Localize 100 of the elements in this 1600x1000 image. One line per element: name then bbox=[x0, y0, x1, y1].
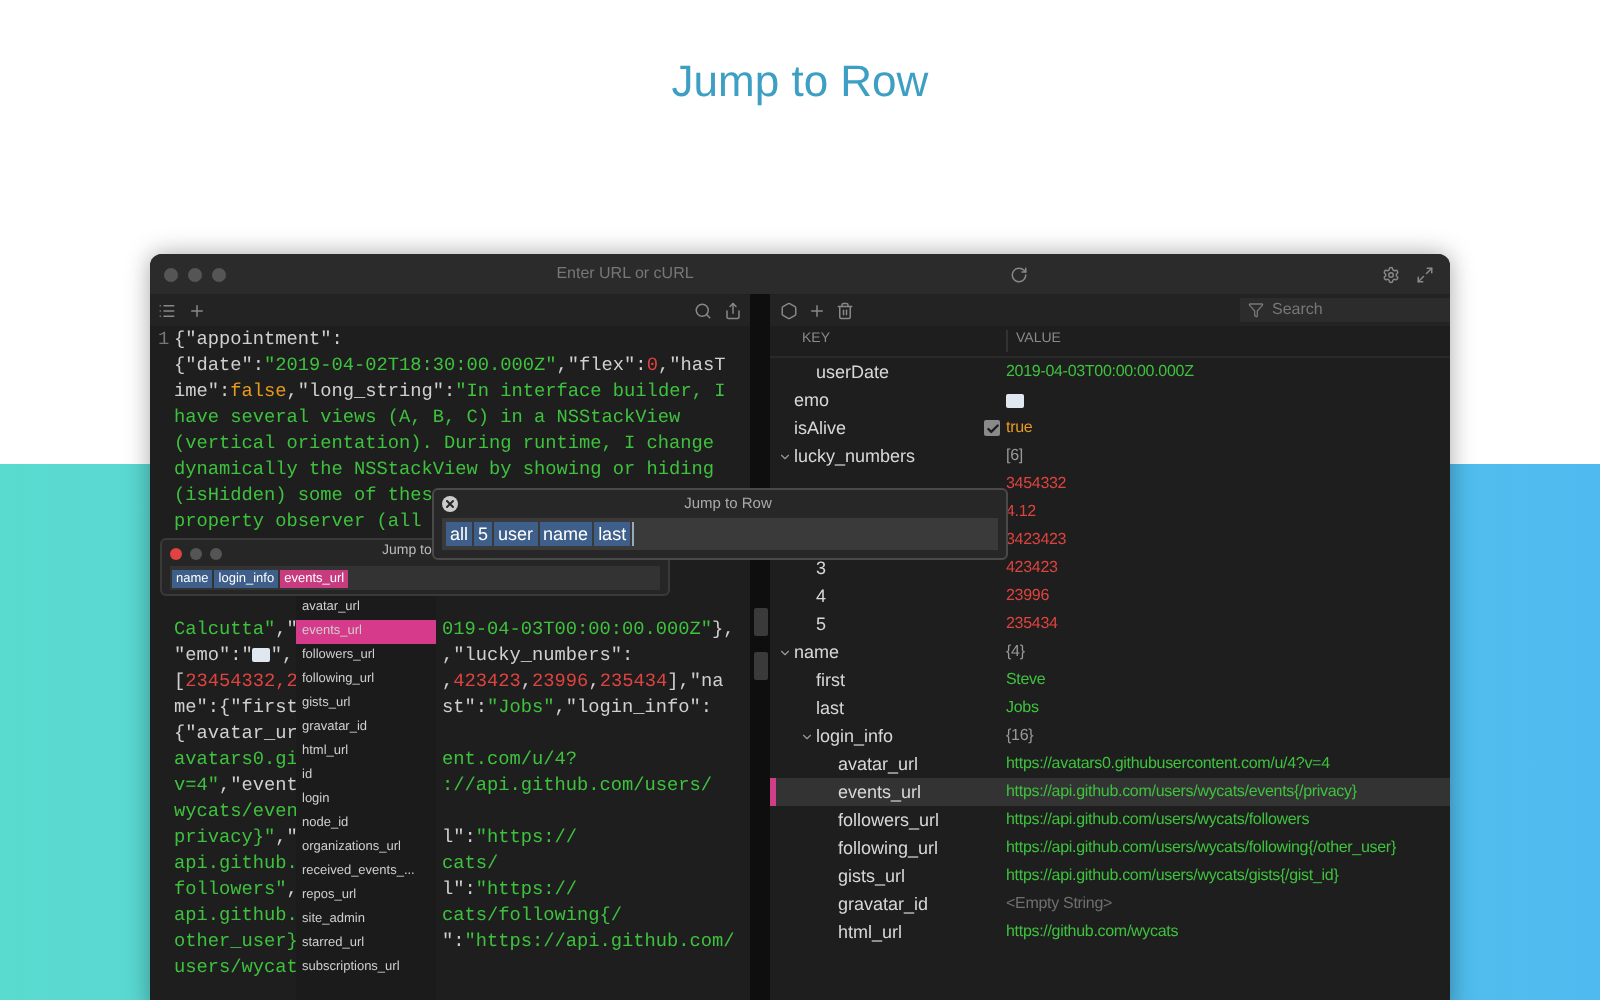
tree-key: emo bbox=[794, 386, 830, 414]
code-text: wycats/even bbox=[174, 798, 298, 824]
tree-key: gists_url bbox=[838, 862, 906, 890]
tree-row[interactable]: following_url https://api.github.com/users/wycats/following{/other_user} bbox=[770, 834, 1450, 862]
query-token[interactable]: user bbox=[494, 522, 538, 546]
tree-row[interactable]: html_url https://github.com/wycats bbox=[770, 918, 1450, 946]
chevron-down-icon[interactable] bbox=[778, 449, 792, 463]
jump-field[interactable]: all 5 user name last bbox=[442, 518, 998, 550]
code-text: have several views (A, B, C) in a NSStackView bbox=[174, 404, 681, 430]
checkbox[interactable] bbox=[984, 420, 1000, 436]
tree-value: https://github.com/wycats bbox=[1006, 920, 1179, 944]
split-handle[interactable] bbox=[753, 608, 767, 636]
close-icon[interactable] bbox=[442, 496, 458, 512]
share-icon[interactable] bbox=[724, 301, 742, 319]
plus-icon[interactable] bbox=[808, 301, 826, 319]
code-text: avatars0.gi bbox=[174, 746, 298, 772]
line-number: 1 bbox=[158, 326, 170, 352]
tree-row[interactable]: last Jobs bbox=[770, 694, 1450, 722]
trash-icon[interactable] bbox=[836, 301, 854, 319]
tree-row[interactable]: avatar_url https://avatars0.githubusercontent.com/u/4?v=4 bbox=[770, 750, 1450, 778]
code-text: api.github. bbox=[174, 850, 298, 876]
chevron-down-icon[interactable] bbox=[778, 645, 792, 659]
tree-key: 4 bbox=[816, 582, 827, 610]
hexagon-icon[interactable] bbox=[780, 301, 798, 319]
tree-key: html_url bbox=[838, 918, 903, 946]
code-text: cats/following{/ bbox=[442, 902, 623, 928]
tree-key: name bbox=[794, 638, 840, 666]
code-text: v=4","event bbox=[174, 772, 298, 798]
tree-value: [6] bbox=[1006, 444, 1023, 468]
code-text: users/wycat bbox=[174, 954, 298, 980]
tree-row[interactable]: 3454332 bbox=[770, 470, 1450, 498]
tree-row[interactable]: first Steve bbox=[770, 666, 1450, 694]
code-text: ://api.github.com/users/ bbox=[442, 772, 713, 798]
code-text: Calcutta"," bbox=[174, 616, 298, 642]
tree-row[interactable]: 5 235434 bbox=[770, 610, 1450, 638]
tree-key: lucky_numbers bbox=[794, 442, 916, 470]
tree-row[interactable]: gists_url https://api.github.com/users/wycats/gists{/gist_id} bbox=[770, 862, 1450, 890]
tree-row[interactable]: emo bbox=[770, 386, 1450, 414]
expand-icon[interactable] bbox=[1416, 265, 1434, 283]
code-text: st":"Jobs","login_info": bbox=[442, 694, 713, 720]
code-text: [23454332,2 bbox=[174, 668, 298, 694]
tree-row[interactable]: lucky_numbers [6] bbox=[770, 442, 1450, 470]
split-handle[interactable] bbox=[753, 652, 767, 680]
code-text: {"date":"2019-04-02T18:30:00.000Z","flex":0,"hasT bbox=[174, 352, 726, 378]
tree-key: followers_url bbox=[838, 806, 940, 834]
code-text: privacy}"," bbox=[174, 824, 298, 850]
tree-value: {4} bbox=[1006, 640, 1025, 664]
code-text: followers", bbox=[174, 876, 298, 902]
plus-icon[interactable] bbox=[188, 301, 206, 319]
tree-key: login_info bbox=[816, 722, 894, 750]
tree-value: 2019-04-03T00:00:00.000Z bbox=[1006, 360, 1194, 384]
tree-row[interactable]: isAlive true bbox=[770, 414, 1450, 442]
tree-key: isAlive bbox=[794, 414, 847, 442]
tree-value: 4.12 bbox=[1006, 500, 1036, 524]
chevron-down-icon[interactable] bbox=[800, 729, 814, 743]
tree-value: https://api.github.com/users/wycats/events{/privacy} bbox=[1006, 780, 1357, 804]
tree-value: https://api.github.com/users/wycats/gists{/gist_id} bbox=[1006, 864, 1339, 888]
code-text: {"avatar_ur bbox=[174, 720, 298, 746]
list-icon[interactable] bbox=[158, 301, 176, 319]
tree-key: 3 bbox=[816, 554, 827, 582]
tree-key: following_url bbox=[838, 834, 939, 862]
tree-row[interactable]: name {4} bbox=[770, 638, 1450, 666]
tree-row[interactable]: events_url https://api.github.com/users/wycats/events{/privacy} bbox=[770, 778, 1450, 806]
query-token[interactable]: name bbox=[539, 522, 593, 546]
code-text: {"appointment": bbox=[174, 326, 343, 352]
tree-value: <Empty String> bbox=[1006, 892, 1113, 916]
tree-value: https://api.github.com/users/wycats/followers bbox=[1006, 808, 1310, 832]
code-text: ", bbox=[270, 642, 294, 668]
tree-row[interactable]: 4 23996 bbox=[770, 582, 1450, 610]
tree-value: Steve bbox=[1006, 668, 1046, 692]
page-title: Jump to Row bbox=[671, 54, 929, 110]
code-text: other_user} bbox=[174, 928, 298, 954]
tree-key: avatar_url bbox=[838, 750, 919, 778]
tree-row[interactable]: 3 423423 bbox=[770, 554, 1450, 582]
tree-value: {16} bbox=[1006, 724, 1034, 748]
tree-value: https://avatars0.githubusercontent.com/u/4?v=4 bbox=[1006, 752, 1330, 776]
settings-icon[interactable] bbox=[1382, 265, 1400, 283]
tree-key: events_url bbox=[838, 778, 922, 806]
tree-row[interactable]: login_info {16} bbox=[770, 722, 1450, 750]
search-icon[interactable] bbox=[694, 301, 712, 319]
tree-value: 23996 bbox=[1006, 584, 1049, 608]
query-token[interactable]: last bbox=[594, 522, 631, 546]
tree-row[interactable]: userDate 2019-04-03T00:00:00.000Z bbox=[770, 358, 1450, 386]
code-text: me":{"first bbox=[174, 694, 298, 720]
tree-row[interactable]: gravatar_id <Empty String> bbox=[770, 890, 1450, 918]
tree-key: gravatar_id bbox=[838, 890, 929, 918]
tree-key: userDate bbox=[816, 358, 890, 386]
tree-value: true bbox=[1006, 416, 1033, 440]
tree-row[interactable]: followers_url https://api.github.com/users/wycats/followers bbox=[770, 806, 1450, 834]
reload-icon[interactable] bbox=[1010, 265, 1028, 283]
emoji-icon bbox=[1006, 393, 1024, 407]
close-light[interactable] bbox=[170, 547, 182, 559]
tree-key: last bbox=[816, 694, 845, 722]
query-token[interactable]: all bbox=[446, 522, 473, 546]
code-text: dynamically the NSStackView by showing or hiding bbox=[174, 456, 715, 482]
code-text: api.github. bbox=[174, 902, 298, 928]
tree-value: 423423 bbox=[1006, 556, 1058, 580]
code-text: cats/ bbox=[442, 850, 499, 876]
query-token[interactable]: 5 bbox=[474, 522, 493, 546]
code-text: ":"https://api.github.com/ bbox=[442, 928, 735, 954]
